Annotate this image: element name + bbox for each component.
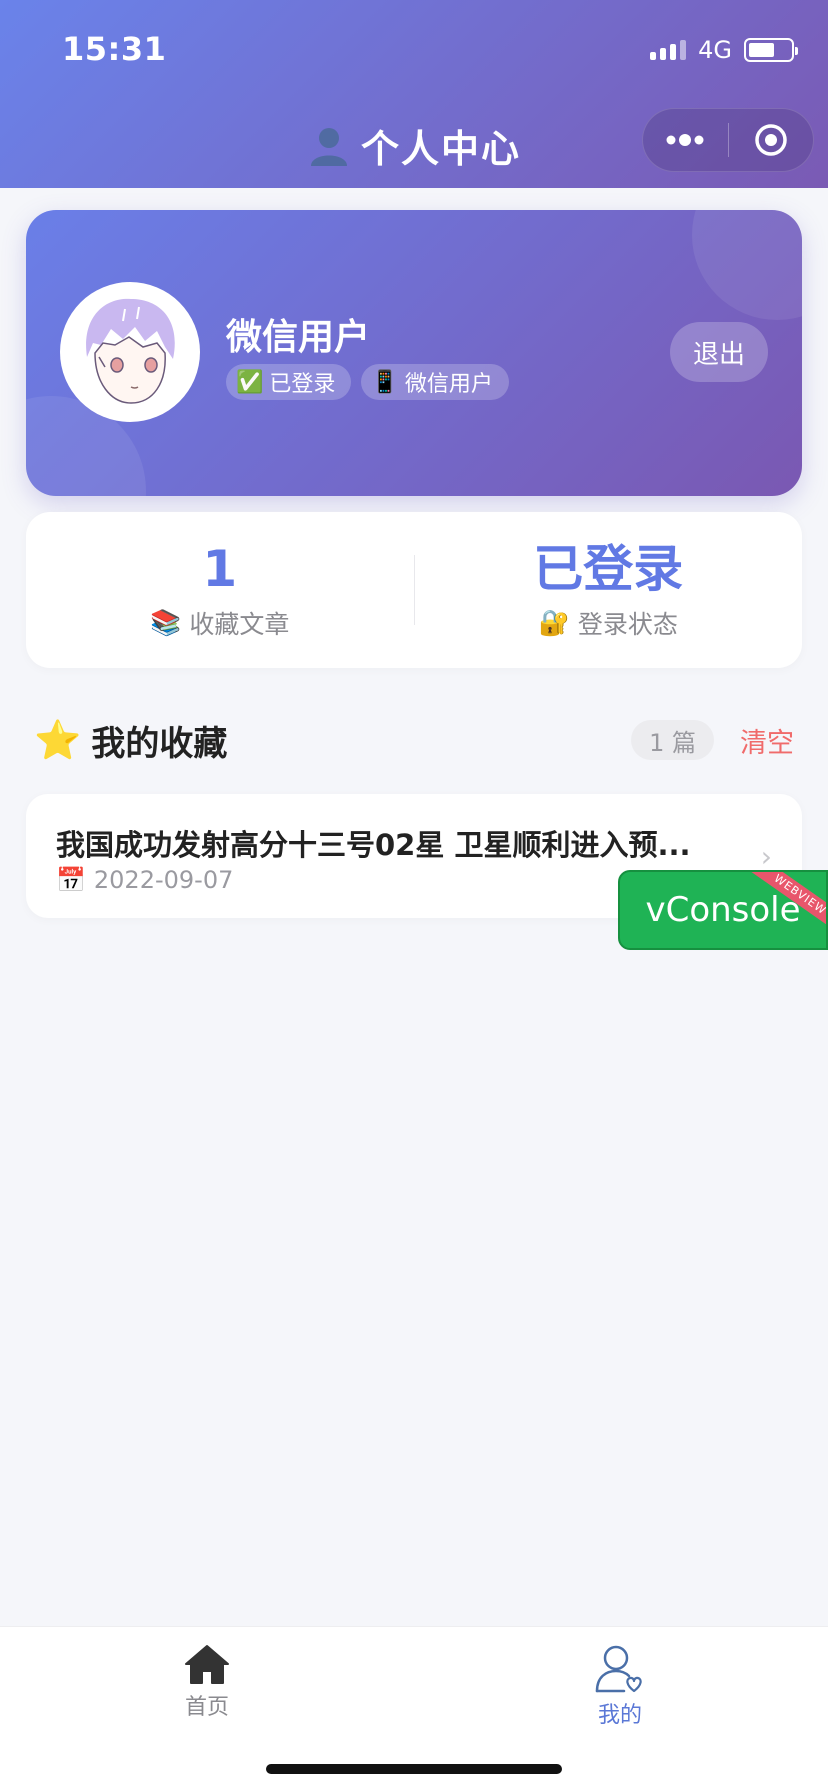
more-button[interactable] xyxy=(643,109,728,171)
page-title-text: 个人中心 xyxy=(360,127,521,171)
clear-favorites-button[interactable]: 清空 xyxy=(740,721,794,760)
tab-me[interactable]: 我的 xyxy=(540,1643,700,1729)
more-dots-icon xyxy=(666,134,704,146)
stats-card: 1 📚 收藏文章 已登录 🔐 登录状态 xyxy=(26,512,802,668)
stat-favorites-label-text: 收藏文章 xyxy=(189,610,290,639)
mini-program-capsule xyxy=(642,108,814,172)
home-indicator xyxy=(266,1764,562,1774)
status-indicators: 4G xyxy=(650,36,798,64)
stat-login-label-text: 登录状态 xyxy=(577,610,678,639)
lock-icon: 🔐 xyxy=(538,608,570,637)
tab-home-label: 首页 xyxy=(184,1695,229,1720)
tab-me-label: 我的 xyxy=(597,1703,642,1728)
network-label: 4G xyxy=(698,36,732,64)
article-date: 📅 2022-09-07 xyxy=(56,866,233,894)
star-icon: ⭐ xyxy=(34,717,82,762)
chevron-right-icon: › xyxy=(760,840,772,873)
logout-button[interactable]: 退出 xyxy=(670,322,768,382)
user-icon xyxy=(307,124,351,177)
tab-home[interactable]: 首页 xyxy=(127,1643,287,1721)
stat-login-label: 🔐 登录状态 xyxy=(539,605,678,641)
stat-favorites-label: 📚 收藏文章 xyxy=(150,605,289,641)
books-icon: 📚 xyxy=(150,608,182,637)
status-time: 15:31 xyxy=(62,30,167,68)
article-title: 我国成功发射高分十三号02星 卫星顺利进入预... xyxy=(56,828,691,862)
stat-favorites: 1 📚 收藏文章 xyxy=(26,539,414,641)
anime-avatar-icon xyxy=(65,287,195,417)
calendar-icon: 📅 xyxy=(56,866,86,894)
user-tags: ✅ 已登录 📱 微信用户 xyxy=(226,364,509,400)
user-heart-icon xyxy=(595,1645,642,1693)
stat-favorites-value: 1 xyxy=(202,540,238,598)
user-type-badge: 📱 微信用户 xyxy=(361,364,509,400)
avatar[interactable] xyxy=(60,282,200,422)
close-mini-program-button[interactable] xyxy=(729,109,814,171)
article-date-text: 2022-09-07 xyxy=(93,866,234,894)
user-type-badge-label: 微信用户 xyxy=(404,372,493,397)
favorites-header: ⭐ 我的收藏 1 篇 清空 xyxy=(34,712,794,768)
decorative-circle xyxy=(692,210,802,320)
profile-card: 微信用户 ✅ 已登录 📱 微信用户 退出 xyxy=(26,210,802,496)
page: 15:31 4G 个人中心 微信用户 ✅ 已登录 📱 微信用户 退出 1 📚 收… xyxy=(0,0,828,1792)
status-badge-label: 已登录 xyxy=(269,372,336,397)
vconsole-label: vConsole xyxy=(645,890,801,930)
favorites-count-badge: 1 篇 xyxy=(631,720,714,760)
home-icon xyxy=(185,1645,229,1684)
header: 15:31 4G 个人中心 xyxy=(0,0,828,188)
stat-login: 已登录 🔐 登录状态 xyxy=(415,539,803,641)
vconsole-button[interactable]: vConsole WEBVIEW xyxy=(618,870,828,950)
check-icon: ✅ xyxy=(236,369,264,395)
signal-icon xyxy=(650,40,687,60)
favorites-actions: 1 篇 清空 xyxy=(631,720,794,760)
user-name: 微信用户 xyxy=(226,317,371,358)
battery-icon xyxy=(744,38,798,62)
favorites-title: 我的收藏 xyxy=(91,723,228,764)
phone-icon: 📱 xyxy=(371,369,399,395)
status-badge: ✅ 已登录 xyxy=(226,364,352,400)
stat-login-value: 已登录 xyxy=(533,540,684,598)
target-icon xyxy=(755,124,787,156)
